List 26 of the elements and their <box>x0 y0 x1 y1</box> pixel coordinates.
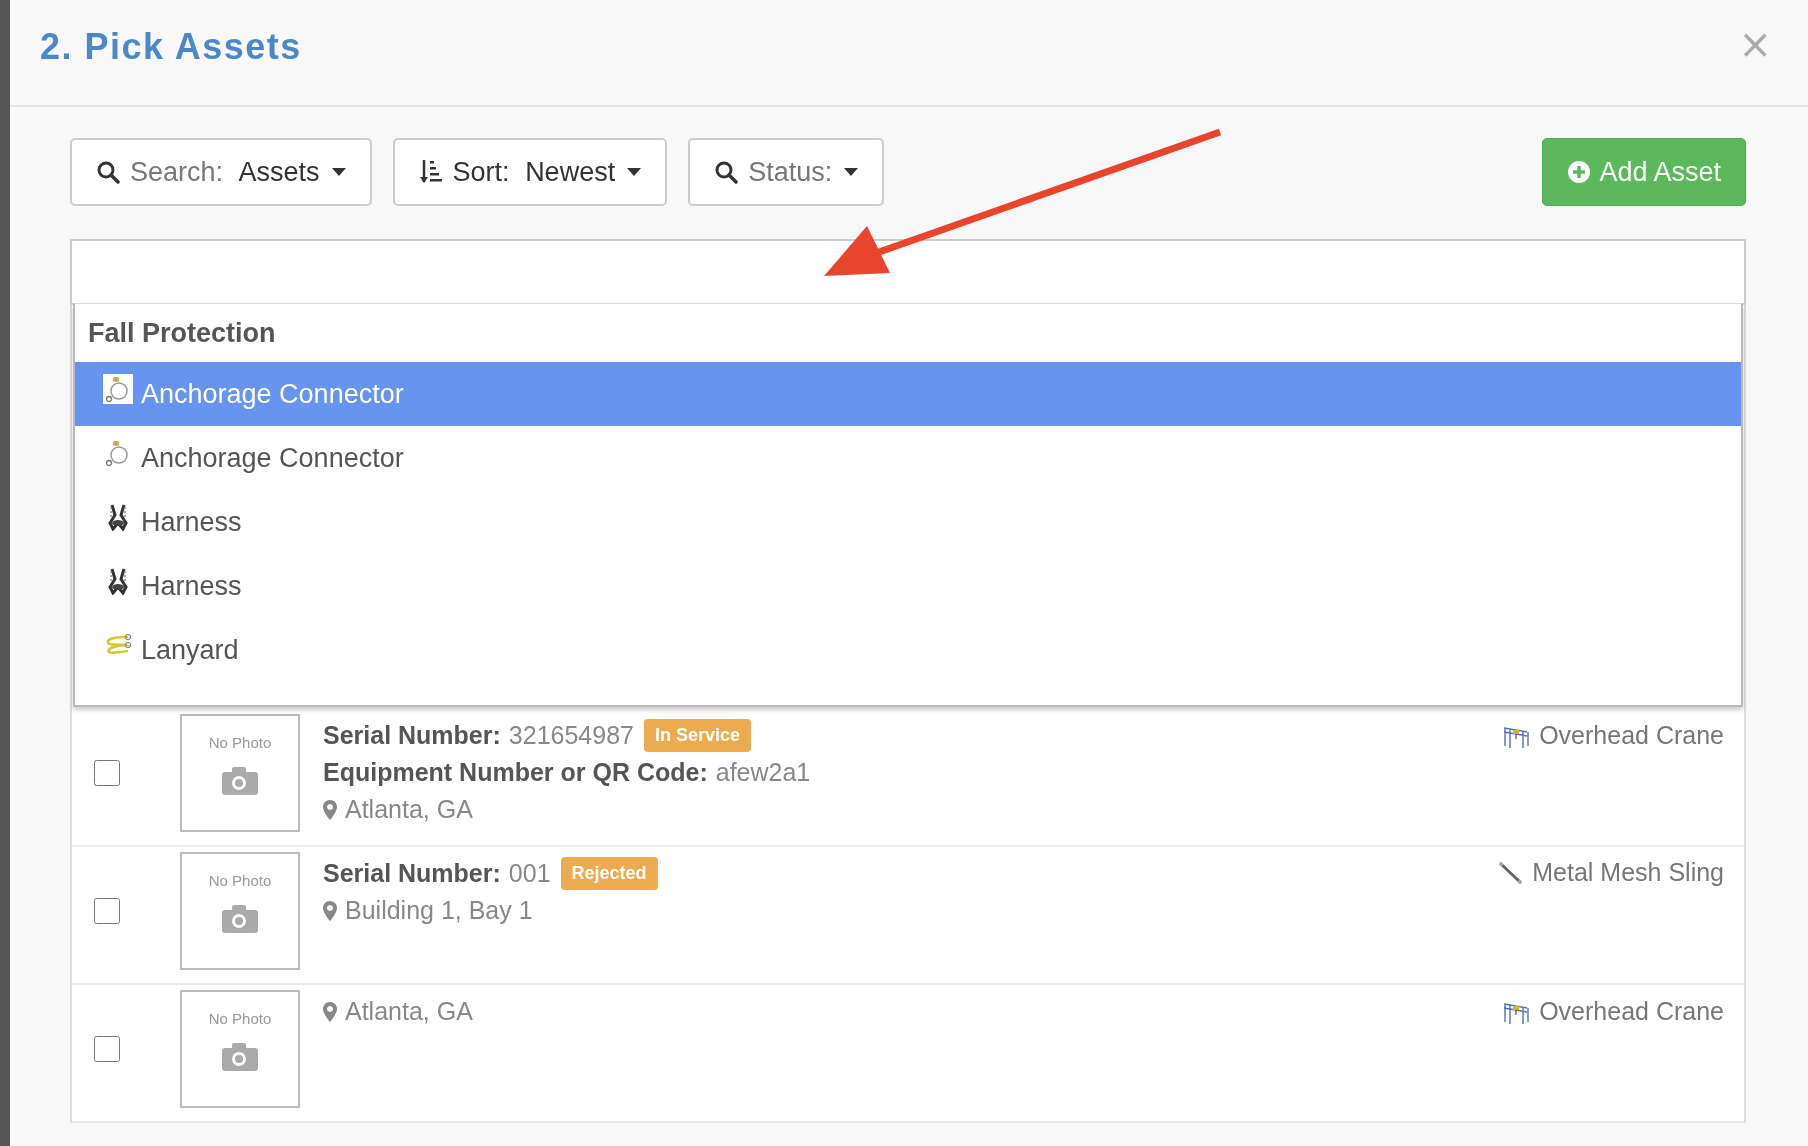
field-value: 001 <box>508 859 551 888</box>
no-photo-text: No Photo <box>208 1010 272 1027</box>
filter-dropdown[interactable]: Search: Assets <box>70 138 372 206</box>
field-label: Serial Number: <box>323 859 501 888</box>
asset-type: Metal Mesh Sling <box>1532 858 1724 887</box>
group-heading: Fall Protection <box>87 316 277 350</box>
no-photo-text: No Photo <box>208 872 272 889</box>
dropdown-option[interactable]: Harness <box>75 490 1741 554</box>
field-label: Serial Number: <box>323 721 501 750</box>
dropdown-option[interactable]: Lanyard <box>75 618 1741 682</box>
filter-dropdown[interactable]: Status: <box>688 138 885 206</box>
asset-type: Overhead Crane <box>1539 720 1724 750</box>
asset-type: Overhead Crane <box>1539 996 1724 1026</box>
field-value: 321654987 <box>508 721 634 750</box>
location-text: Atlanta, GA <box>345 795 473 824</box>
dropdown-option[interactable]: Anchorage Connector <box>75 426 1741 490</box>
dialog-title: 2. Pick Assets <box>40 25 302 68</box>
status-badge: In Service <box>644 719 752 752</box>
sort-dropdown[interactable]: Sort: Newest <box>392 138 668 206</box>
field-value: afew2a1 <box>715 758 811 787</box>
location-text: Atlanta, GA <box>345 997 473 1026</box>
location-text: Building 1, Bay 1 <box>345 896 533 925</box>
field-label: Equipment Number or QR Code: <box>323 758 708 787</box>
no-photo-text: No Photo <box>208 734 272 751</box>
dropdown-option[interactable]: Harness <box>75 554 1741 618</box>
status-badge: Rejected <box>560 857 658 890</box>
